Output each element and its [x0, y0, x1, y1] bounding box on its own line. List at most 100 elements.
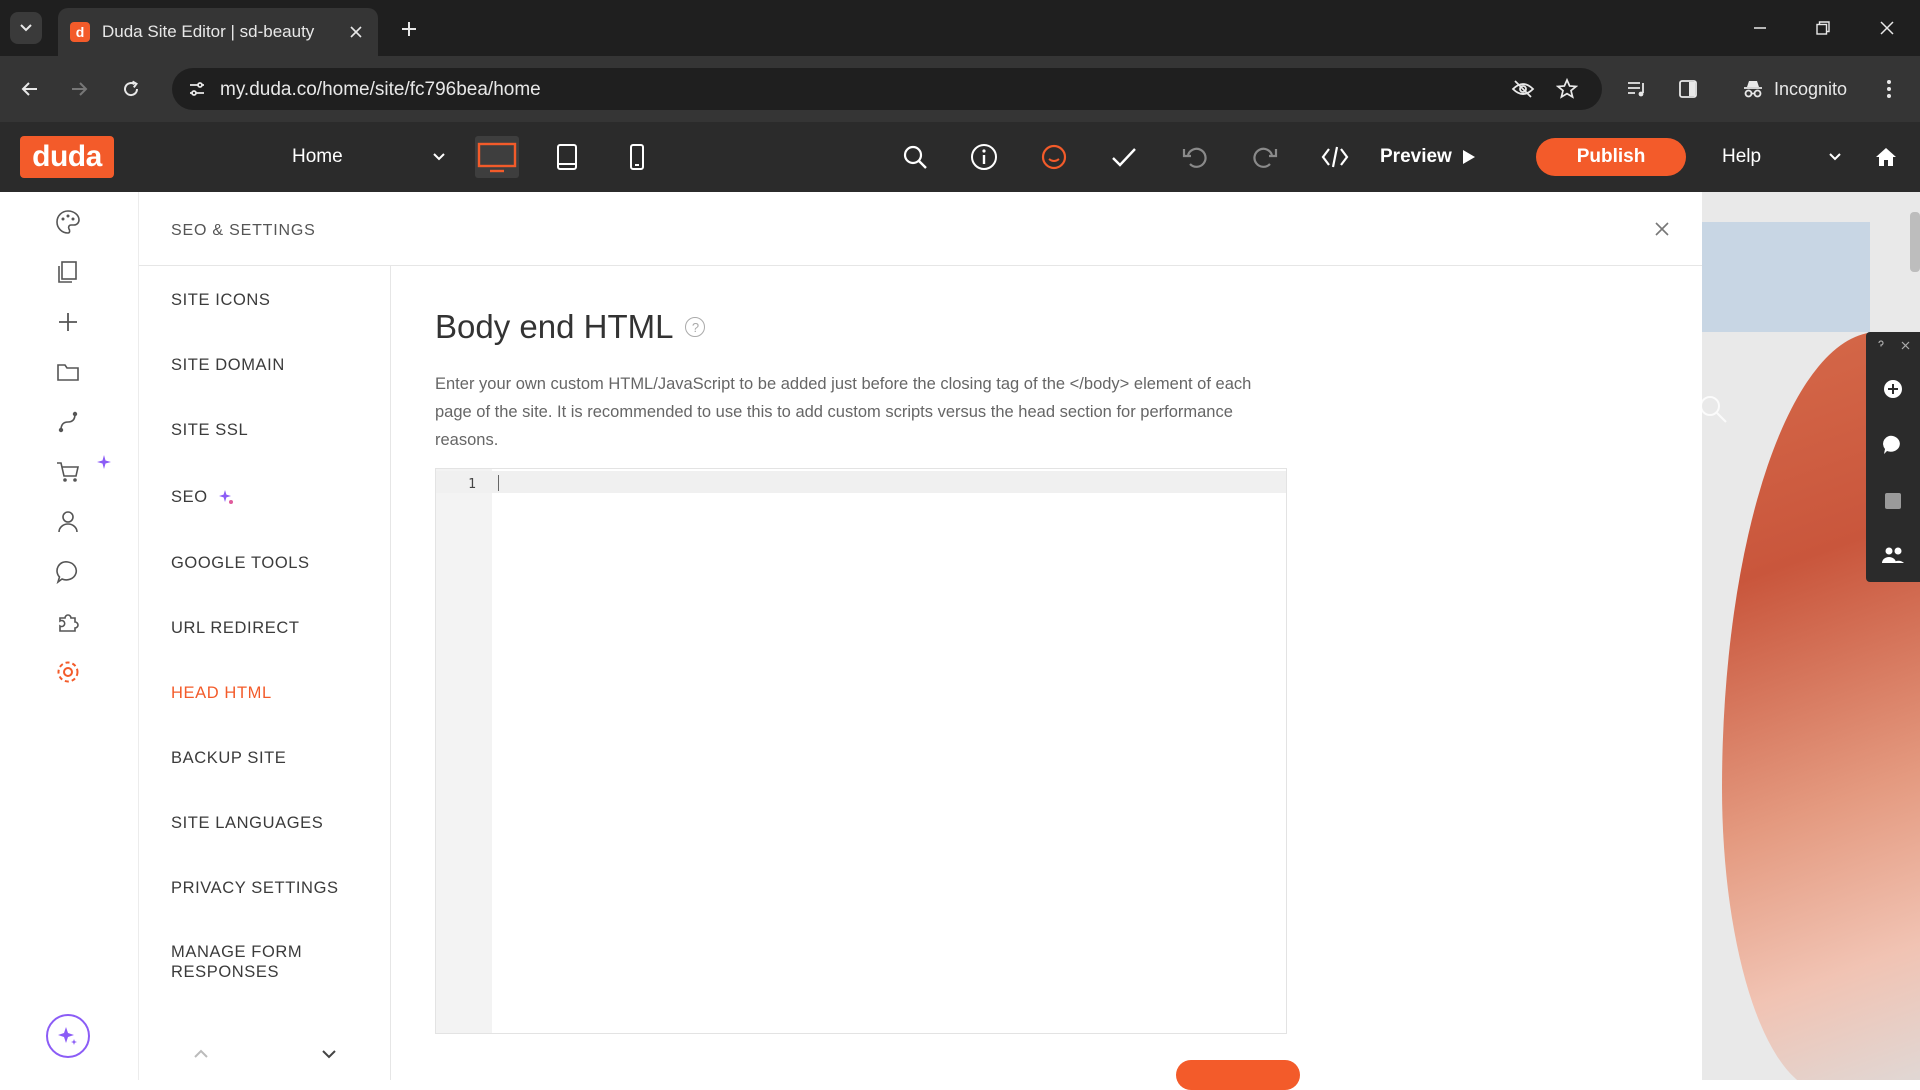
- preview-tool-comment-button[interactable]: [1880, 432, 1906, 458]
- chevron-down-icon: [433, 153, 445, 161]
- arrow-right-icon: [72, 82, 88, 96]
- media-controls-button[interactable]: [1620, 72, 1654, 106]
- publish-button[interactable]: Publish: [1536, 138, 1686, 176]
- user-icon: [58, 511, 78, 533]
- subnav-item-seo[interactable]: SEO: [171, 487, 234, 507]
- preview-button[interactable]: Preview: [1380, 138, 1476, 176]
- help-menu[interactable]: Help: [1716, 138, 1846, 176]
- address-bar[interactable]: my.duda.co/home/site/fc796bea/home: [172, 68, 1602, 110]
- checkmark-icon: [1112, 148, 1136, 167]
- content-title-text: Body end HTML: [435, 308, 674, 345]
- close-window-button[interactable]: [1867, 12, 1907, 44]
- preview-scrollbar-thumb[interactable]: [1910, 212, 1920, 272]
- rail-apps-button[interactable]: [50, 604, 86, 640]
- panel-title: SEO & SETTINGS: [171, 222, 316, 239]
- rail-design-button[interactable]: [50, 204, 86, 240]
- more-vertical-icon: [1887, 80, 1891, 98]
- duda-logo[interactable]: duda: [20, 136, 114, 178]
- desktop-icon: [477, 142, 517, 173]
- developer-mode-button[interactable]: [1316, 138, 1354, 176]
- incognito-profile-button[interactable]: Incognito: [1728, 70, 1861, 108]
- subnav-item-site-icons[interactable]: SITE ICONS: [171, 290, 371, 310]
- redo-icon: [1253, 147, 1278, 168]
- desktop-view-button[interactable]: [475, 136, 519, 178]
- search-button[interactable]: [896, 138, 934, 176]
- save-button[interactable]: [1176, 1060, 1300, 1090]
- rail-pages-button[interactable]: [50, 254, 86, 290]
- palette-icon: [56, 210, 80, 234]
- mobile-view-button[interactable]: [615, 136, 659, 178]
- tablet-view-button[interactable]: [545, 136, 589, 178]
- home-icon: [1876, 148, 1896, 166]
- rail-add-widget-button[interactable]: [50, 304, 86, 340]
- help-question-icon[interactable]: ?: [685, 317, 706, 337]
- subnav-item-site-ssl[interactable]: SITE SSL: [171, 420, 371, 440]
- settings-content: Body end HTML ? Enter your own custom HT…: [391, 266, 1703, 1080]
- content-description: Enter your own custom HTML/JavaScript to…: [435, 375, 1252, 449]
- subnav-item-manage-form-responses[interactable]: MANAGE FORM RESPONSES: [171, 942, 331, 982]
- subnav-scroll-down-button[interactable]: [317, 1042, 341, 1066]
- site-preview-canvas[interactable]: [1702, 192, 1920, 1080]
- rail-store-button[interactable]: [50, 454, 86, 490]
- forward-button[interactable]: [62, 72, 96, 106]
- subnav-item-google-tools[interactable]: GOOGLE TOOLS: [171, 553, 371, 573]
- page-selector[interactable]: Home: [280, 138, 458, 176]
- cart-icon: [57, 462, 79, 482]
- subnav-item-privacy-settings[interactable]: PRIVACY SETTINGS: [171, 878, 371, 898]
- redo-button[interactable]: [1246, 138, 1284, 176]
- body-end-html-code-editor[interactable]: 1: [435, 468, 1287, 1034]
- chevron-down-icon: [20, 24, 32, 32]
- subnav-item-backup-site[interactable]: BACKUP SITE: [171, 748, 371, 768]
- checklist-button[interactable]: [1105, 138, 1143, 176]
- question-icon: [1878, 340, 1884, 347]
- panel-close-button[interactable]: [1649, 216, 1675, 242]
- text-caret: [498, 475, 499, 491]
- restore-window-button[interactable]: [1803, 12, 1843, 44]
- preview-tool-notes-button[interactable]: [1880, 488, 1906, 514]
- users-icon: [1882, 547, 1904, 563]
- subnav-scroll-up-button[interactable]: [189, 1042, 213, 1066]
- subnav-item-site-domain[interactable]: SITE DOMAIN: [171, 355, 371, 375]
- preview-tool-add-button[interactable]: [1880, 376, 1906, 402]
- tab-title: Duda Site Editor | sd-beauty: [102, 22, 315, 41]
- close-icon: [350, 26, 362, 38]
- preview-tool-collaborators-button[interactable]: [1880, 542, 1906, 568]
- browser-tab-strip: d Duda Site Editor | sd-beauty: [0, 0, 1920, 56]
- subnav-item-url-redirect[interactable]: URL REDIRECT: [171, 618, 371, 638]
- tab-search-button[interactable]: [10, 12, 42, 44]
- browser-menu-button[interactable]: [1872, 72, 1906, 106]
- side-panel-button[interactable]: [1671, 72, 1705, 106]
- subnav-item-head-html[interactable]: HEAD HTML: [171, 683, 371, 703]
- tab-close-button[interactable]: [346, 22, 366, 42]
- ai-assistant-button[interactable]: [46, 1014, 90, 1058]
- rail-settings-button[interactable]: [50, 654, 86, 690]
- preview-tool-close-button[interactable]: [1896, 336, 1914, 354]
- preview-image-top: [1702, 222, 1870, 332]
- site-info-button[interactable]: [184, 76, 210, 102]
- plus-icon: [402, 22, 416, 36]
- rail-comments-button[interactable]: [50, 554, 86, 590]
- close-icon: [1901, 341, 1909, 349]
- dashboard-home-button[interactable]: [1866, 138, 1906, 176]
- preview-label: Preview: [1380, 146, 1452, 167]
- bookmark-button[interactable]: [1554, 76, 1580, 102]
- reload-button[interactable]: [114, 72, 148, 106]
- url-text: my.duda.co/home/site/fc796bea/home: [220, 79, 541, 100]
- site-info-button[interactable]: [965, 138, 1003, 176]
- rail-connections-button[interactable]: [50, 404, 86, 440]
- browser-tab[interactable]: d Duda Site Editor | sd-beauty: [58, 8, 378, 56]
- settings-subnav: SITE ICONS SITE DOMAIN SITE SSL SEO GOOG…: [139, 266, 391, 1080]
- chat-bubble-icon: [56, 560, 78, 584]
- rail-members-button[interactable]: [50, 504, 86, 540]
- undo-icon: [1182, 147, 1207, 168]
- minimize-window-button[interactable]: [1740, 12, 1780, 44]
- undo-button[interactable]: [1176, 138, 1214, 176]
- rail-content-library-button[interactable]: [50, 354, 86, 390]
- tracking-protection-button[interactable]: [1510, 76, 1536, 102]
- subnav-item-site-languages[interactable]: SITE LANGUAGES: [171, 813, 371, 833]
- new-tab-button[interactable]: [396, 16, 422, 42]
- preview-tool-help-button[interactable]: [1872, 336, 1890, 354]
- comments-button[interactable]: [1035, 138, 1073, 176]
- back-button[interactable]: [13, 72, 47, 106]
- editor-gutter: [436, 469, 492, 1033]
